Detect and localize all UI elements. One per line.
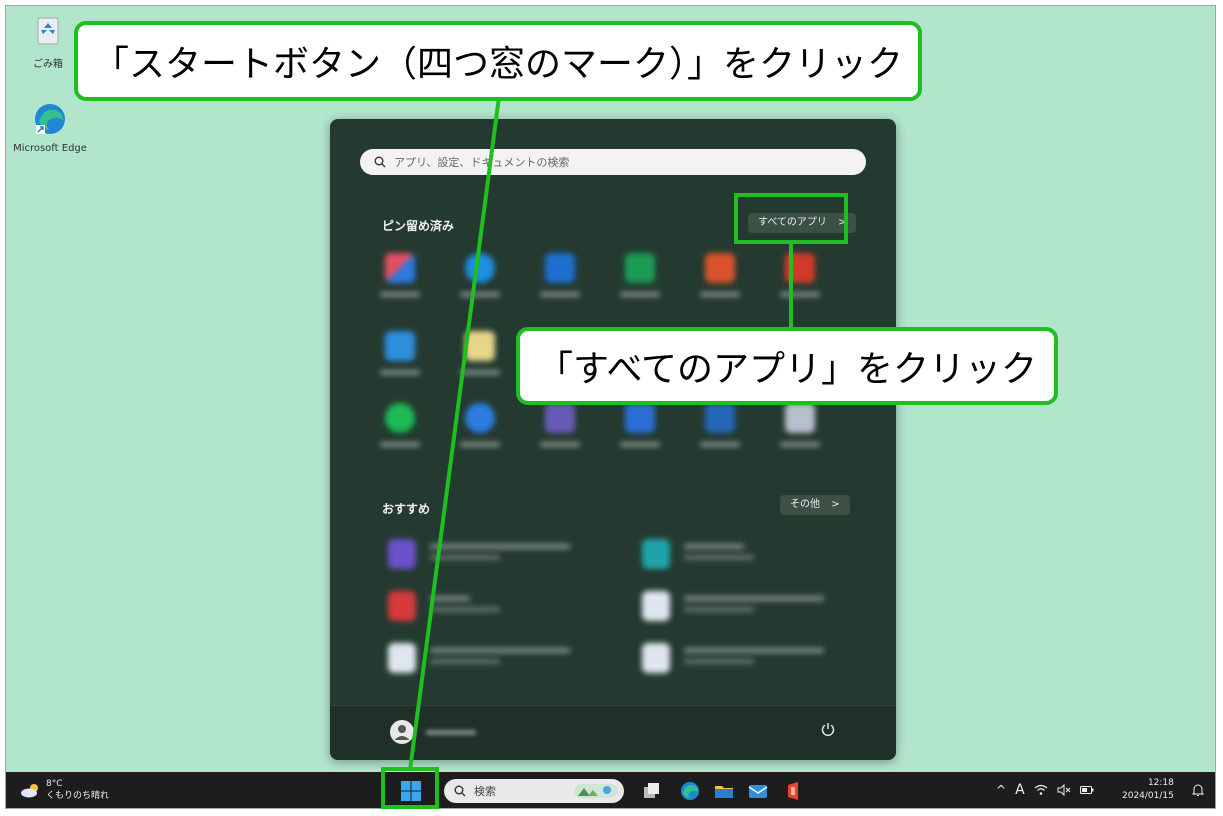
taskbar-search-box[interactable]: 検索: [444, 779, 624, 803]
pinned-app[interactable]: [690, 253, 750, 297]
system-tray: ^ A: [996, 782, 1094, 798]
pinned-section-title: ピン留め済み: [382, 219, 455, 233]
pinned-app[interactable]: [450, 403, 510, 447]
user-name-blurred: [426, 730, 476, 735]
pinned-app[interactable]: [370, 331, 430, 375]
show-hidden-icons-button[interactable]: ^: [996, 783, 1006, 797]
search-icon: [454, 785, 466, 797]
edge-taskbar-button[interactable]: [680, 781, 700, 801]
ime-indicator[interactable]: A: [1015, 782, 1025, 798]
file-explorer-button[interactable]: [714, 781, 734, 801]
mail-icon: [748, 785, 768, 798]
more-button[interactable]: その他 >: [780, 495, 850, 515]
desktop: ごみ箱 Microsoft Edge アプリ、設定、ドキュメントの検索 ピン留め…: [5, 5, 1216, 809]
chevron-right-icon: >: [831, 499, 840, 510]
recommended-item[interactable]: [388, 539, 570, 569]
recommended-item[interactable]: [642, 539, 754, 569]
task-view-button[interactable]: [642, 781, 662, 801]
task-view-icon: [644, 783, 659, 798]
taskbar-clock[interactable]: 12:18 2024/01/15: [1122, 777, 1174, 803]
pinned-app[interactable]: [450, 331, 510, 375]
start-button-instruction-text: 「スタートボタン（四つ窓のマーク）」をクリック: [92, 44, 903, 85]
folder-icon: [715, 786, 733, 798]
clock-date: 2024/01/15: [1122, 791, 1174, 801]
recycle-bin-icon: [37, 17, 59, 45]
power-icon: [821, 723, 835, 736]
weather-desc: くもりのち晴れ: [46, 791, 110, 801]
user-icon: [394, 725, 410, 740]
edge-icon: [35, 104, 65, 134]
mail-button[interactable]: [748, 781, 768, 801]
weather-temp: 8°C: [46, 779, 63, 789]
all-apps-instruction-callout: 「すべてのアプリ」をクリック: [516, 327, 1058, 405]
pinned-app[interactable]: [370, 253, 430, 297]
cloud-sun-icon: [21, 784, 38, 798]
all-apps-instruction-text: 「すべてのアプリ」をクリック: [536, 349, 1038, 390]
pinned-app[interactable]: [690, 403, 750, 447]
pinned-app[interactable]: [370, 403, 430, 447]
recommended-section-title: おすすめ: [382, 502, 431, 516]
pinned-app[interactable]: [610, 253, 670, 297]
recommended-item[interactable]: [388, 591, 500, 621]
taskbar: 8°C くもりのち晴れ 検索 ^ A 12:18 2024/01/15: [6, 772, 1215, 808]
start-search-placeholder: アプリ、設定、ドキュメントの検索: [394, 156, 570, 169]
edge-label: Microsoft Edge: [13, 143, 87, 154]
pinned-app[interactable]: [770, 403, 830, 447]
search-icon: [374, 156, 386, 168]
all-apps-highlight: [734, 193, 848, 244]
more-label: その他: [790, 499, 820, 510]
start-button-instruction-callout: 「スタートボタン（四つ窓のマーク）」をクリック: [74, 21, 922, 101]
start-user-bar: [330, 705, 896, 760]
power-button[interactable]: [820, 721, 836, 741]
pinned-app[interactable]: [530, 253, 590, 297]
search-highlight-icon: [574, 784, 618, 798]
volume-muted-icon[interactable]: [1057, 784, 1071, 796]
pinned-app[interactable]: [450, 253, 510, 297]
notifications-button[interactable]: [1191, 783, 1205, 800]
recommended-item[interactable]: [642, 591, 824, 621]
office-button[interactable]: [784, 781, 804, 801]
edge-shortcut[interactable]: Microsoft Edge: [10, 102, 90, 154]
taskbar-search-label: 検索: [474, 785, 496, 798]
user-avatar[interactable]: [390, 720, 414, 744]
clock-time: 12:18: [1147, 778, 1174, 788]
pinned-app[interactable]: [530, 403, 590, 447]
recommended-item[interactable]: [642, 643, 824, 673]
start-button-highlight: [381, 767, 439, 809]
edge-icon: [681, 782, 699, 800]
office-icon: [788, 782, 798, 800]
pinned-app[interactable]: [610, 403, 670, 447]
wifi-icon[interactable]: [1034, 784, 1048, 796]
recommended-item[interactable]: [388, 643, 570, 673]
pinned-app[interactable]: [770, 253, 830, 297]
start-search-input[interactable]: アプリ、設定、ドキュメントの検索: [360, 149, 866, 175]
bell-icon: [1191, 784, 1205, 796]
battery-icon[interactable]: [1079, 785, 1094, 795]
weather-widget[interactable]: 8°C くもりのち晴れ: [20, 778, 109, 802]
